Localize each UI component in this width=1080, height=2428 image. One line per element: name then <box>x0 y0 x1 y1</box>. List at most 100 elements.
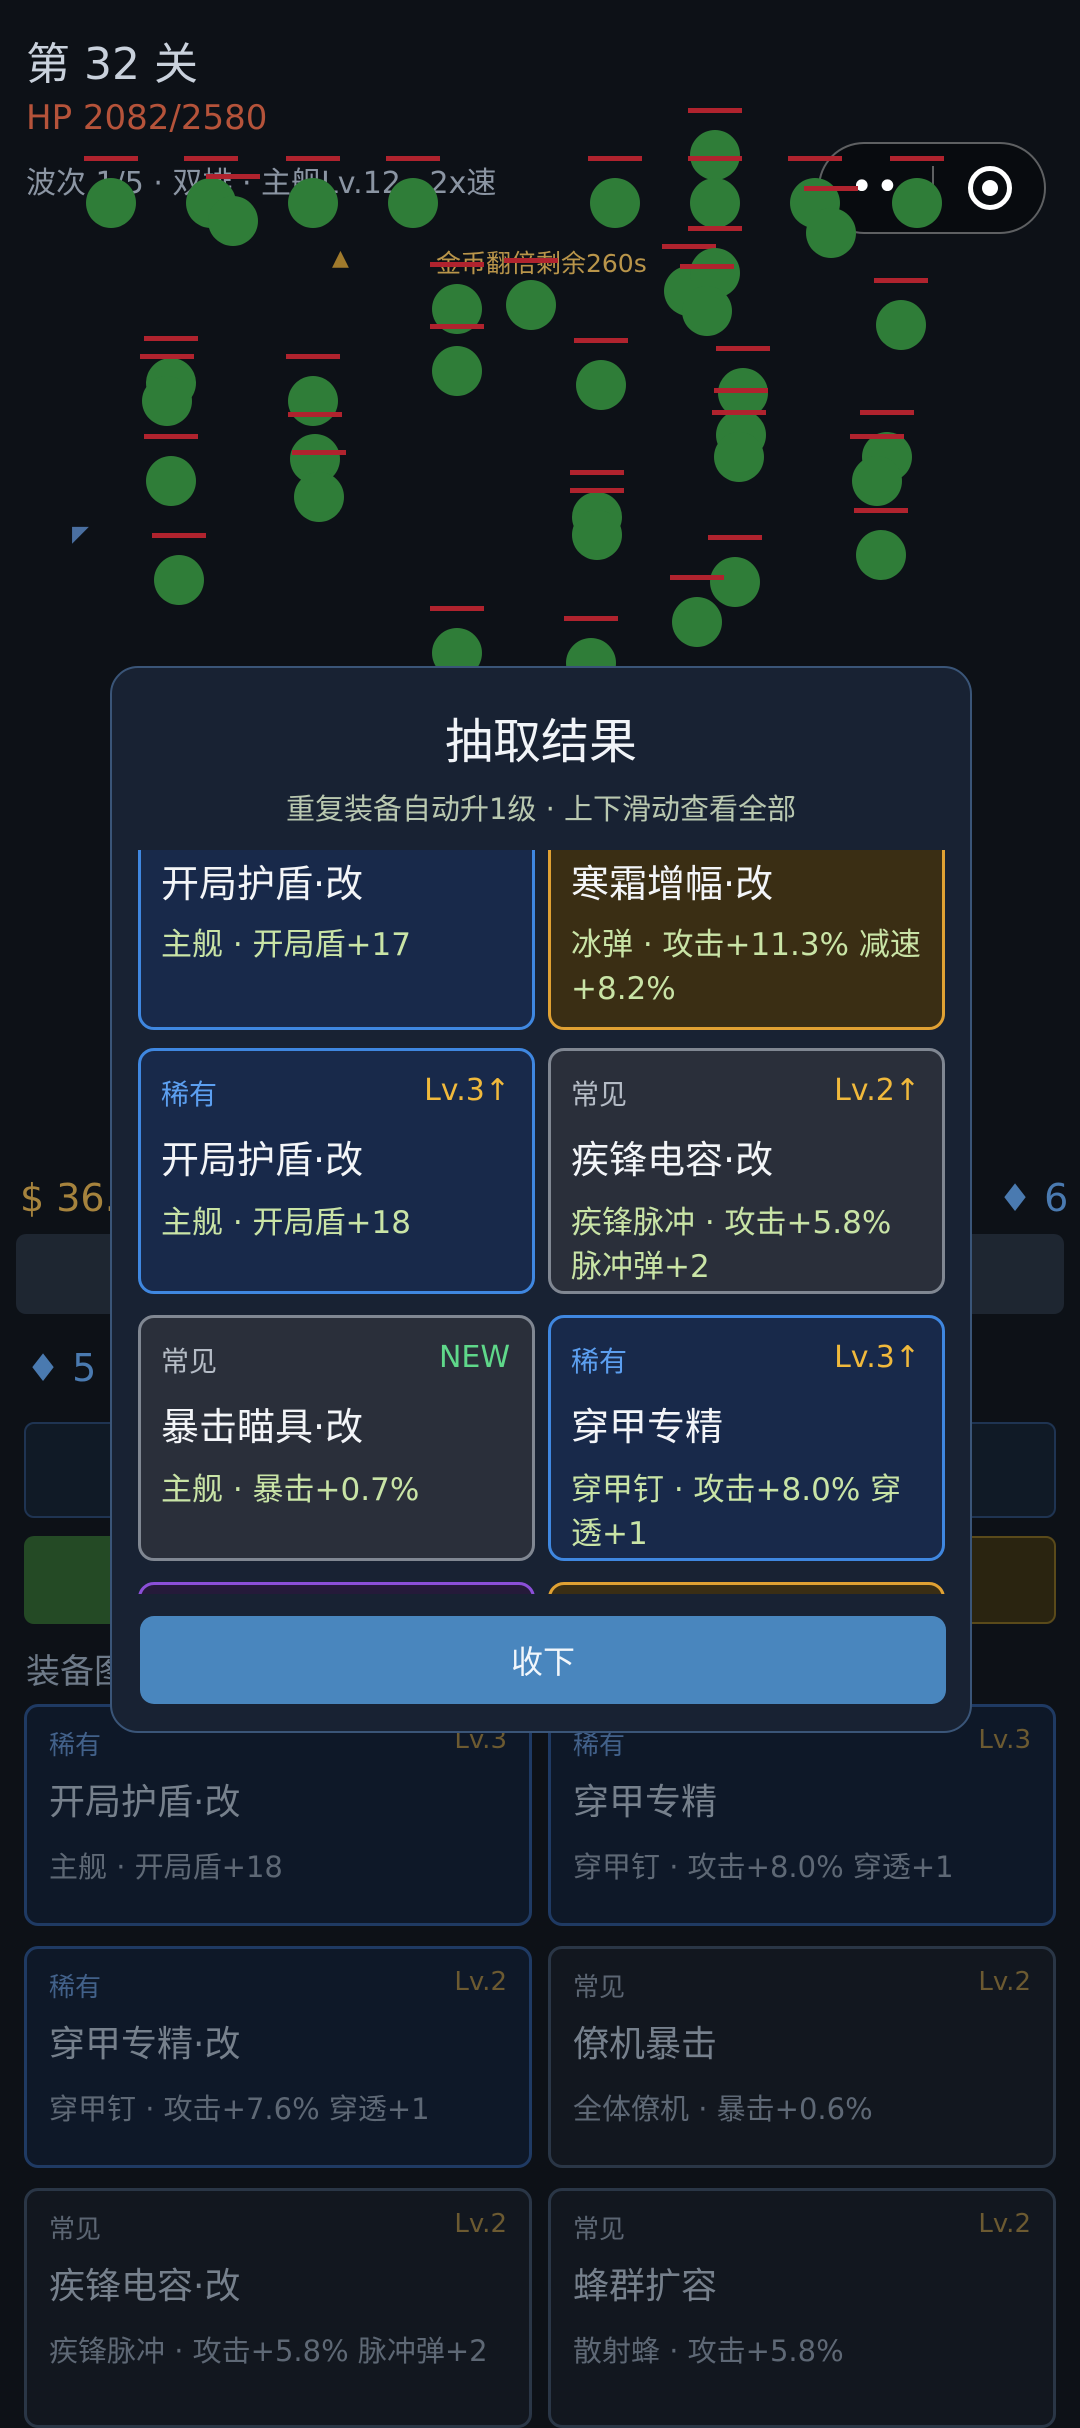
equipment-card[interactable]: 稀有 Lv.3 开局护盾·改 主舰 · 开局盾+18 <box>24 1704 532 1926</box>
enemy <box>712 410 766 482</box>
enemy-hp-bar <box>140 354 194 359</box>
enemy <box>874 278 928 350</box>
enemy-hp-bar <box>670 575 724 580</box>
enemy <box>570 488 624 560</box>
enemy <box>144 434 198 506</box>
new-badge: NEW <box>438 1340 510 1375</box>
card-desc: 穿甲钉 · 攻击+7.6% 穿透+1 <box>49 2092 430 2126</box>
enemy-hp-bar <box>386 156 440 161</box>
enemy-hp-bar <box>84 156 138 161</box>
enemy-hp-bar <box>708 535 762 540</box>
card-rarity: 常见 <box>573 2215 626 2245</box>
enemy <box>688 108 742 180</box>
enemy-hp-bar <box>712 410 766 415</box>
card-desc: 主舰 · 开局盾+17 <box>161 927 411 963</box>
card-level: Lv.2 <box>454 2209 507 2239</box>
enemy-hp-bar <box>286 354 340 359</box>
enemy-hp-bar <box>688 156 742 161</box>
enemy <box>386 156 440 228</box>
enemy-hp-bar <box>570 470 624 475</box>
gem-count-left: ♦ 5 <box>26 1346 97 1390</box>
card-level: Lv.2↑ <box>834 1073 920 1108</box>
money-readout: $ 36. <box>20 1176 117 1220</box>
enemy <box>688 156 742 228</box>
close-target-icon[interactable] <box>968 166 1012 210</box>
card-desc: 主舰 · 暴击+0.7% <box>161 1472 420 1508</box>
equipment-card[interactable]: 稀有 Lv.2 穿甲专精·改 穿甲钉 · 攻击+7.6% 穿透+1 <box>24 1946 532 2168</box>
wingman-arrow-icon: ◤ <box>72 522 89 547</box>
card-name: 僚机暴击 <box>573 2024 718 2065</box>
level-title: 第 32 关 <box>26 39 198 90</box>
draw-result-dialog: 抽取结果 重复装备自动升1级 · 上下滑动查看全部 开局护盾·改 主舰 · 开局… <box>110 666 972 1733</box>
collect-button[interactable]: 收下 <box>140 1616 946 1704</box>
card-name: 穿甲专精 <box>573 1782 718 1823</box>
enemy-hp-bar <box>688 108 742 113</box>
equipment-card[interactable]: 稀有 Lv.3 穿甲专精 穿甲钉 · 攻击+8.0% 穿透+1 <box>548 1704 1056 1926</box>
enemy <box>206 174 260 246</box>
equipment-card[interactable]: 常见 Lv.2 疾锋电容·改 疾锋脉冲 · 攻击+5.8% 脉冲弹+2 <box>24 2188 532 2428</box>
card-level: Lv.2 <box>454 1967 507 1997</box>
result-card[interactable] <box>548 1582 945 1594</box>
enemy-hp-bar <box>874 278 928 283</box>
enemy-hp-bar <box>292 450 346 455</box>
card-name: 疾锋电容·改 <box>49 2266 241 2307</box>
result-card[interactable] <box>138 1582 535 1594</box>
card-rarity: 稀有 <box>49 1973 102 2003</box>
enemy <box>804 186 858 258</box>
enemy <box>504 258 558 330</box>
equipment-card[interactable]: 常见 Lv.2 僚机暴击 全体僚机 · 暴击+0.6% <box>548 1946 1056 2168</box>
enemy-hp-bar <box>574 338 628 343</box>
enemy-hp-bar <box>504 258 558 263</box>
enemy-hp-bar <box>588 156 642 161</box>
enemy-hp-bar <box>570 488 624 493</box>
enemy <box>890 156 944 228</box>
enemy <box>292 450 346 522</box>
card-rarity: 稀有 <box>571 1345 628 1378</box>
enemy <box>286 354 340 426</box>
enemy-hp-bar <box>714 388 768 393</box>
card-name: 开局护盾·改 <box>161 1138 364 1182</box>
enemy <box>588 156 642 228</box>
enemy-hp-bar <box>890 156 944 161</box>
result-card[interactable]: 稀有 Lv.3↑ 穿甲专精 穿甲钉 · 攻击+8.0% 穿透+1 <box>548 1315 945 1561</box>
enemy-hp-bar <box>680 264 734 269</box>
card-rarity: 常见 <box>161 1345 218 1378</box>
card-level: Lv.3↑ <box>834 1340 920 1375</box>
result-card[interactable]: 寒霜增幅·改 冰弹 · 攻击+11.3% 减速+8.2% <box>548 850 945 1030</box>
card-rarity: 稀有 <box>161 1078 218 1111</box>
result-card[interactable]: 常见 Lv.2↑ 疾锋电容·改 疾锋脉冲 · 攻击+5.8% 脉冲弹+2 <box>548 1048 945 1294</box>
card-rarity: 常见 <box>571 1078 628 1111</box>
enemy <box>140 354 194 426</box>
card-level: Lv.3 <box>978 1725 1031 1755</box>
enemy <box>430 324 484 396</box>
enemy-hp-bar <box>788 156 842 161</box>
result-card[interactable]: 稀有 Lv.3↑ 开局护盾·改 主舰 · 开局盾+18 <box>138 1048 535 1294</box>
card-rarity: 稀有 <box>49 1731 102 1761</box>
result-card-list[interactable]: 开局护盾·改 主舰 · 开局盾+17 寒霜增幅·改 冰弹 · 攻击+11.3% … <box>138 850 948 1594</box>
enemy-hp-bar <box>288 412 342 417</box>
card-desc: 主舰 · 开局盾+18 <box>161 1205 411 1241</box>
card-name: 穿甲专精·改 <box>49 2024 241 2065</box>
enemy-hp-bar <box>804 186 858 191</box>
enemy <box>286 156 340 228</box>
enemy-hp-bar <box>564 616 618 621</box>
enemy-hp-bar <box>716 346 770 351</box>
enemy-hp-bar <box>860 410 914 415</box>
enemy <box>850 434 904 506</box>
card-level: Lv.2 <box>978 1967 1031 1997</box>
result-card[interactable]: 开局护盾·改 主舰 · 开局盾+17 <box>138 850 535 1030</box>
card-rarity: 常见 <box>49 2215 102 2245</box>
card-desc: 散射蜂 · 攻击+5.8% <box>573 2334 844 2368</box>
equipment-card[interactable]: 常见 Lv.2 蜂群扩容 散射蜂 · 攻击+5.8% <box>548 2188 1056 2428</box>
enemy <box>854 508 908 580</box>
card-level: Lv.2 <box>978 2209 1031 2239</box>
card-desc: 冰弹 · 攻击+11.3% 减速+8.2% <box>571 927 921 1007</box>
card-desc: 穿甲钉 · 攻击+8.0% 穿透+1 <box>571 1472 902 1552</box>
card-desc: 主舰 · 开局盾+18 <box>49 1850 283 1884</box>
gem-count-right: ♦ 6 <box>998 1176 1069 1220</box>
result-card[interactable]: 常见 NEW 暴击瞄具·改 主舰 · 暴击+0.7% <box>138 1315 535 1561</box>
card-desc: 全体僚机 · 暴击+0.6% <box>573 2092 873 2126</box>
card-name: 蜂群扩容 <box>573 2266 718 2307</box>
dialog-subtitle: 重复装备自动升1级 · 上下滑动查看全部 <box>285 792 797 826</box>
enemy <box>680 264 734 336</box>
